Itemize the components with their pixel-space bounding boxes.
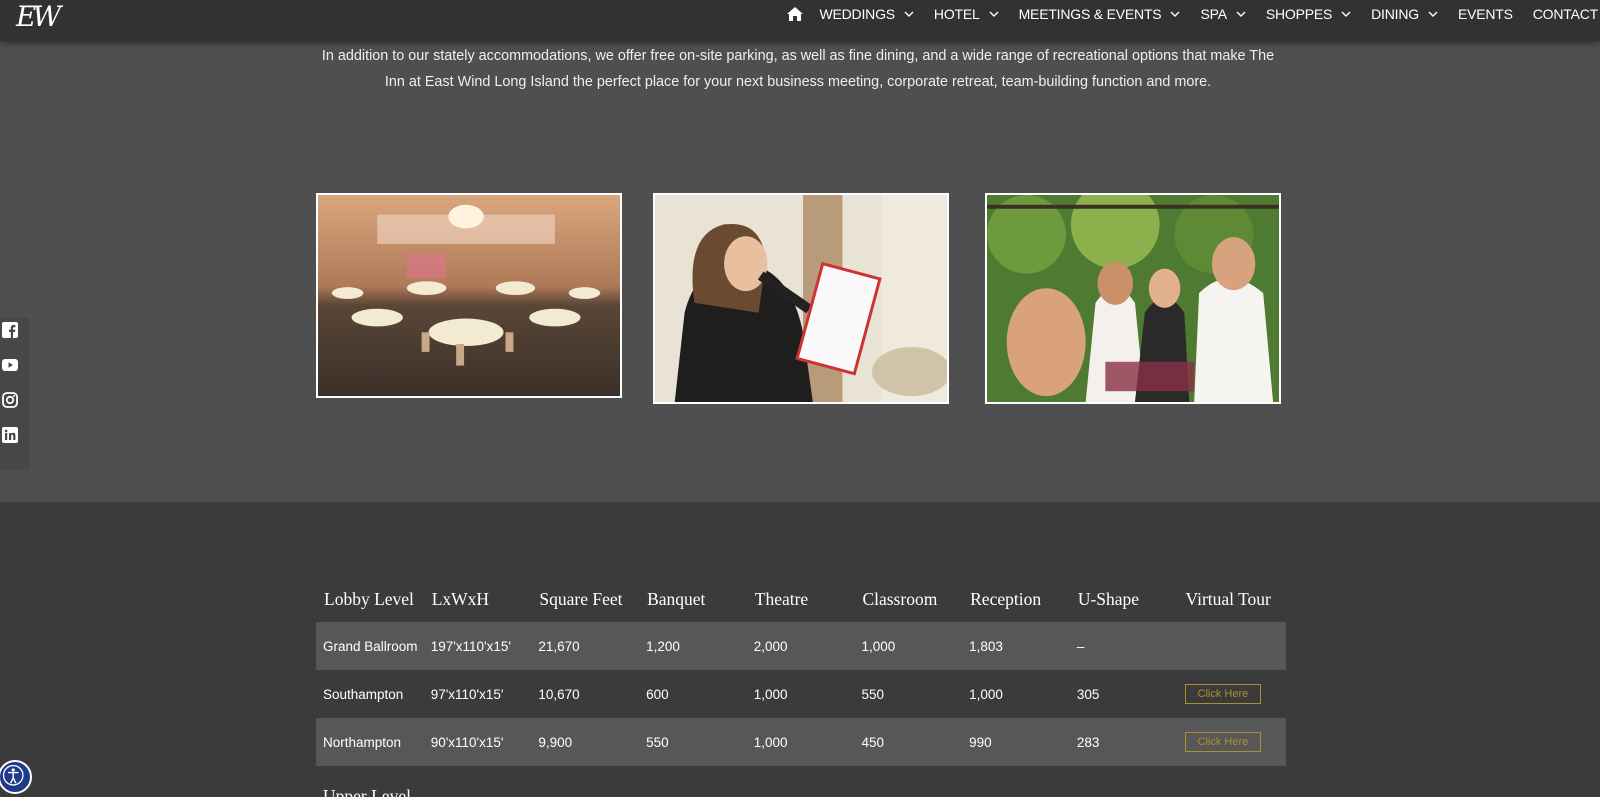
nav-item-label: HOTEL [933,6,980,22]
nav-item-spa[interactable]: SPA [1200,6,1246,22]
table-cell: 90'x110'x15' [430,734,504,750]
nav-item-label: EVENTS [1457,6,1513,22]
table-cell: 990 [969,734,992,750]
nav-item-hotel[interactable]: HOTEL [934,6,999,22]
speaker-photo [653,193,949,404]
social-links [0,318,30,470]
nav-item-events[interactable]: EVENTS [1458,6,1513,22]
table-cell: 1,000 [753,686,788,702]
youtube-icon[interactable] [2,357,18,373]
accessibility-button[interactable] [0,760,32,794]
table-row: Northampton 90'x110'x15' 9,900 550 1,000 450 9… [316,718,1286,766]
table-cell: 197'x110'x15' [430,638,511,654]
home-icon[interactable] [786,6,804,22]
table-cell: 1,200 [646,638,680,654]
virtual-tour-cell: Click Here [1178,684,1286,704]
column-header: U-Shape [1077,588,1140,609]
table-header: Lobby Level LxWxH Square Feet Banquet Theatr… [316,576,1286,622]
virtual-tour-button[interactable]: Click Here [1184,732,1262,752]
column-header: Banquet [647,588,706,609]
column-header: Classroom [862,588,938,609]
column-header: Theatre [754,588,809,609]
ballroom-photo [316,193,622,398]
chevron-down-icon [1341,11,1351,17]
table-cell: 600 [646,686,669,702]
nav-item-contact[interactable]: CONTACT [1533,6,1598,22]
table-cell: 550 [646,734,669,750]
table-cell: – [1076,638,1085,654]
table-cell: 21,670 [538,638,580,654]
table-cell: 283 [1076,734,1100,750]
column-header: LxWxH [431,588,490,609]
table-cell: 450 [861,734,884,750]
table-cell: 305 [1076,686,1100,702]
chevron-down-icon [1428,11,1438,17]
table-cell: 97'x110'x15' [430,686,504,702]
table-cell: 1,000 [861,638,896,654]
virtual-tour-cell: Click Here [1178,732,1286,752]
column-header: Lobby Level [324,588,414,609]
site-logo[interactable]: EW [16,0,61,34]
table-cell: 1,000 [753,734,788,750]
table-cell: 550 [861,686,884,702]
room-name-cell: Northampton [323,734,402,750]
nav-item-label: CONTACT [1532,6,1598,22]
chevron-down-icon [1170,11,1180,17]
table-row: Southampton 97'x110'x15' 10,670 600 1,000 550… [316,670,1286,718]
linkedin-icon[interactable] [2,427,18,443]
room-name-cell: Grand Ballroom [323,638,418,654]
table-cell: 2,000 [753,638,788,654]
intro-paragraph: In addition to our stately accommodation… [321,48,1275,90]
nav-item-label: MEETINGS & EVENTS [1018,6,1162,22]
table-cell: 1,000 [969,686,1003,702]
room-capacity-table: Lobby Level LxWxH Square Feet Banquet Theatr… [316,576,1286,766]
chevron-down-icon [989,11,999,17]
accessibility-icon [2,764,24,786]
table-row: Grand Ballroom 197'x110'x15' 21,670 1,200 2,… [316,622,1286,670]
nav-item-label: SPA [1200,6,1227,22]
table-cell: 1,803 [969,638,1003,654]
nav-item-label: WEDDINGS [819,6,896,22]
nav-item-dining[interactable]: DINING [1371,6,1438,22]
virtual-tour-button[interactable]: Click Here [1184,684,1262,704]
main-menu: WEDDINGS HOTEL MEETINGS & EVENTS SPA SHOPPES… [786,0,1598,28]
table-cell: 10,670 [538,686,580,702]
column-header: Square Feet [539,588,623,609]
nav-item-meetings-events[interactable]: MEETINGS & EVENTS [1019,6,1181,22]
table-cell: 9,900 [538,734,573,750]
top-navigation: EW WEDDINGS HOTEL MEETINGS & EVENTS SPA SHOP… [0,0,1600,41]
wine-tasting-photo [985,193,1281,404]
instagram-icon[interactable] [2,392,18,408]
chevron-down-icon [904,11,914,17]
room-name-cell: Southampton [323,686,404,702]
facebook-icon[interactable] [2,322,18,338]
column-header: Reception [970,588,1042,609]
upper-level-heading: Upper Level [323,786,411,797]
chevron-down-icon [1236,11,1246,17]
column-header: Virtual Tour [1185,588,1271,609]
nav-item-weddings[interactable]: WEDDINGS [820,6,914,22]
nav-item-shoppes[interactable]: SHOPPES [1266,6,1351,22]
nav-item-label: SHOPPES [1265,6,1333,22]
nav-item-label: DINING [1371,6,1419,22]
